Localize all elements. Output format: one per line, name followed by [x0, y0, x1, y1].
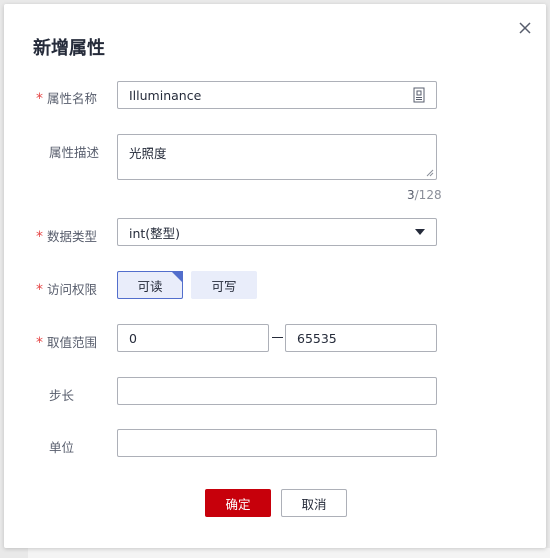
- property-description-value: 光照度: [129, 146, 167, 161]
- data-type-value: int(整型): [129, 225, 181, 241]
- range-min-input[interactable]: 0: [117, 324, 269, 352]
- value-range-label: * 取值范围: [36, 335, 98, 351]
- range-max-input[interactable]: 65535: [285, 324, 437, 352]
- background-page-strip: [28, 548, 550, 558]
- step-input[interactable]: [117, 377, 437, 405]
- range-max-value: 65535: [297, 330, 337, 346]
- resize-grip-icon[interactable]: [426, 169, 434, 177]
- required-star: *: [36, 335, 43, 351]
- data-type-label: * 数据类型: [36, 229, 98, 245]
- range-separator: [272, 337, 283, 338]
- step-label: 步长: [49, 388, 75, 403]
- confirm-button[interactable]: 确定: [205, 489, 271, 517]
- caret-down-icon: [415, 229, 425, 235]
- property-name-input[interactable]: Illuminance: [117, 81, 437, 109]
- required-star: *: [36, 282, 43, 298]
- property-name-value: Illuminance: [129, 87, 202, 103]
- dialog-title: 新增属性: [33, 38, 105, 59]
- range-min-value: 0: [129, 330, 137, 346]
- access-writable-option[interactable]: 可写: [191, 271, 257, 299]
- unit-label: 单位: [49, 440, 75, 455]
- cancel-button[interactable]: 取消: [281, 489, 347, 517]
- required-star: *: [36, 229, 43, 245]
- selected-corner-icon: [171, 271, 183, 283]
- property-description-textarea[interactable]: 光照度: [117, 134, 437, 180]
- data-type-select[interactable]: int(整型): [117, 218, 437, 246]
- access-readable-option[interactable]: 可读: [117, 271, 183, 299]
- required-star: *: [36, 91, 43, 107]
- id-card-icon[interactable]: [413, 87, 425, 103]
- add-property-dialog: 新增属性 * 属性名称 Illuminance 属性描述 光照度 3/128 * 数…: [4, 4, 546, 548]
- access-permission-label: * 访问权限: [36, 282, 98, 298]
- unit-input[interactable]: [117, 429, 437, 457]
- character-counter: 3/128: [407, 188, 442, 202]
- close-icon[interactable]: [516, 19, 534, 37]
- property-name-label: * 属性名称: [36, 91, 98, 107]
- property-description-label: 属性描述: [49, 145, 100, 160]
